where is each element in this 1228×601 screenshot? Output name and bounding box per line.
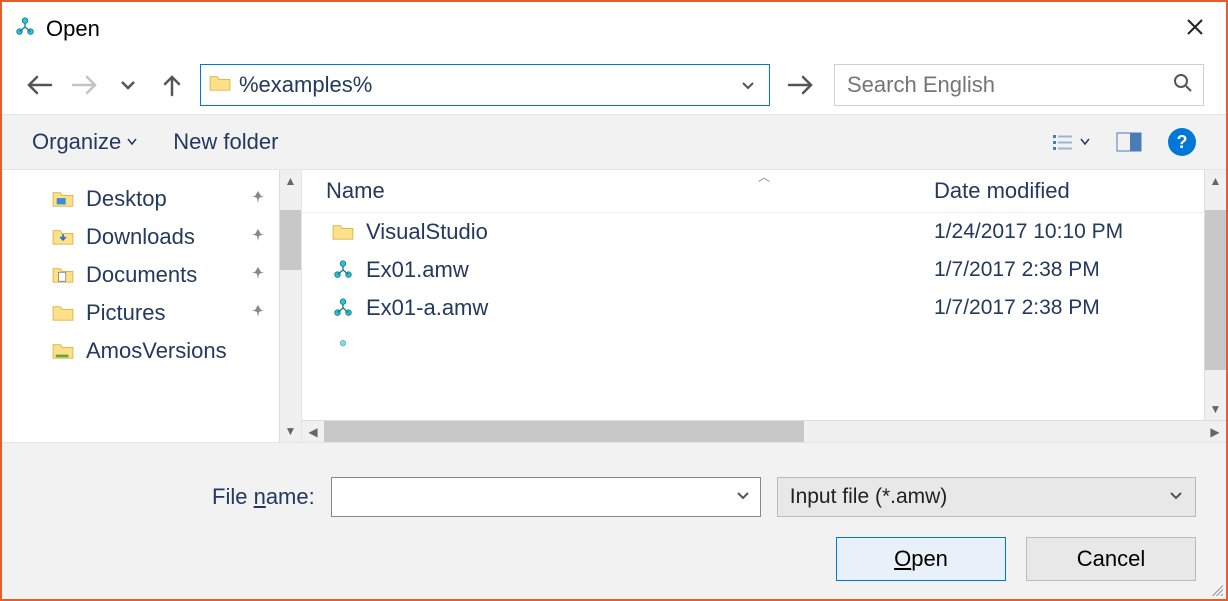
pin-icon[interactable] <box>251 190 265 209</box>
organize-label: Organize <box>32 129 121 155</box>
sidebar-item-documents[interactable]: Documents <box>52 256 279 294</box>
sidebar-item-downloads[interactable]: Downloads <box>52 218 279 256</box>
sidebar-scrollbar[interactable]: ▲ ▼ <box>279 170 301 442</box>
amw-file-icon <box>326 333 360 355</box>
filelist-v-scrollbar[interactable]: ▲ ▼ <box>1204 170 1226 420</box>
sidebar-item-label: AmosVersions <box>86 338 227 364</box>
open-button[interactable]: Open <box>836 537 1006 581</box>
file-name: Ex01-a.amw <box>366 295 934 321</box>
search-input[interactable] <box>845 71 1173 99</box>
scroll-thumb[interactable] <box>1205 210 1226 370</box>
scroll-right-icon[interactable]: ▶ <box>1204 425 1226 439</box>
scroll-down-icon[interactable]: ▼ <box>1205 398 1226 420</box>
file-row[interactable] <box>302 327 1204 361</box>
file-type-filter[interactable]: Input file (*.amw) <box>777 477 1196 517</box>
folder-icon <box>52 228 74 246</box>
forward-button[interactable] <box>68 69 100 101</box>
pin-icon[interactable] <box>251 266 265 285</box>
folder-icon <box>52 342 74 360</box>
pin-icon[interactable] <box>251 228 265 247</box>
recent-locations-button[interactable] <box>112 69 144 101</box>
file-row[interactable]: Ex01.amw 1/7/2017 2:38 PM <box>302 251 1204 289</box>
file-date: 1/7/2017 2:38 PM <box>934 258 1204 282</box>
address-text: %examples% <box>239 72 735 98</box>
scroll-up-icon[interactable]: ▲ <box>1205 170 1226 192</box>
up-button[interactable] <box>156 69 188 101</box>
back-button[interactable] <box>24 69 56 101</box>
collapse-caret-icon[interactable]: ︿ <box>758 170 770 185</box>
file-pane: ︿ Name Date modified VisualStudio 1/24/2… <box>302 170 1226 442</box>
preview-pane-button[interactable] <box>1116 132 1142 152</box>
pin-icon[interactable] <box>251 304 265 323</box>
chevron-down-icon[interactable] <box>1169 488 1183 506</box>
folder-icon <box>52 266 74 284</box>
scroll-thumb[interactable] <box>280 210 301 270</box>
file-row[interactable]: VisualStudio 1/24/2017 10:10 PM <box>302 213 1204 251</box>
scroll-thumb[interactable] <box>324 421 804 442</box>
file-name-combo[interactable] <box>331 477 761 517</box>
search-icon[interactable] <box>1173 73 1193 98</box>
sidebar-item-pictures[interactable]: Pictures <box>52 294 279 332</box>
amw-file-icon <box>326 259 360 281</box>
file-date: 1/7/2017 2:38 PM <box>934 296 1204 320</box>
file-name-input[interactable] <box>342 485 736 510</box>
sidebar-item-label: Desktop <box>86 186 167 212</box>
folder-icon <box>52 190 74 208</box>
open-dialog: Open %examples% <box>0 0 1228 601</box>
sidebar-item-label: Downloads <box>86 224 195 250</box>
sidebar-item-label: Documents <box>86 262 197 288</box>
folder-icon <box>52 304 74 322</box>
column-headers: Name Date modified <box>302 170 1204 213</box>
filelist-h-scrollbar[interactable]: ◀ ▶ <box>302 420 1226 442</box>
bottom-panel: File name: Input file (*.amw) Open Cance… <box>2 442 1226 599</box>
help-button[interactable]: ? <box>1168 128 1196 156</box>
scroll-left-icon[interactable]: ◀ <box>302 425 324 439</box>
column-date[interactable]: Date modified <box>934 178 1204 204</box>
filter-label: Input file (*.amw) <box>790 485 948 509</box>
refresh-button[interactable] <box>782 67 818 103</box>
navbar: %examples% <box>2 56 1226 114</box>
column-name[interactable]: Name <box>326 178 934 204</box>
content-area: Desktop Downloads Documents <box>2 170 1226 442</box>
file-date: 1/24/2017 10:10 PM <box>934 220 1204 244</box>
folder-icon <box>209 74 231 97</box>
sidebar-item-label: Pictures <box>86 300 165 326</box>
toolbar: Organize New folder ? <box>2 114 1226 170</box>
chevron-down-icon[interactable] <box>736 488 750 506</box>
file-name: Ex01.amw <box>366 257 934 283</box>
scroll-down-icon[interactable]: ▼ <box>280 420 301 442</box>
address-dropdown-icon[interactable] <box>735 75 761 96</box>
folder-icon <box>326 223 360 241</box>
file-row[interactable]: Ex01-a.amw 1/7/2017 2:38 PM <box>302 289 1204 327</box>
organize-button[interactable]: Organize <box>32 129 137 155</box>
new-folder-button[interactable]: New folder <box>173 129 278 155</box>
close-button[interactable] <box>1176 10 1214 48</box>
new-folder-label: New folder <box>173 129 278 155</box>
app-icon <box>14 16 36 43</box>
address-bar[interactable]: %examples% <box>200 64 770 106</box>
amw-file-icon <box>326 297 360 319</box>
view-button[interactable] <box>1052 133 1090 151</box>
file-name: VisualStudio <box>366 219 934 245</box>
file-name-label: File name: <box>212 484 315 510</box>
resize-grip[interactable] <box>1209 582 1223 596</box>
search-box[interactable] <box>834 64 1204 106</box>
titlebar: Open <box>2 2 1226 56</box>
dialog-title: Open <box>46 16 100 42</box>
sidebar-item-desktop[interactable]: Desktop <box>52 180 279 218</box>
sidebar: Desktop Downloads Documents <box>2 170 302 442</box>
cancel-button[interactable]: Cancel <box>1026 537 1196 581</box>
sidebar-item-amosversions[interactable]: AmosVersions <box>52 332 279 370</box>
scroll-up-icon[interactable]: ▲ <box>280 170 301 192</box>
